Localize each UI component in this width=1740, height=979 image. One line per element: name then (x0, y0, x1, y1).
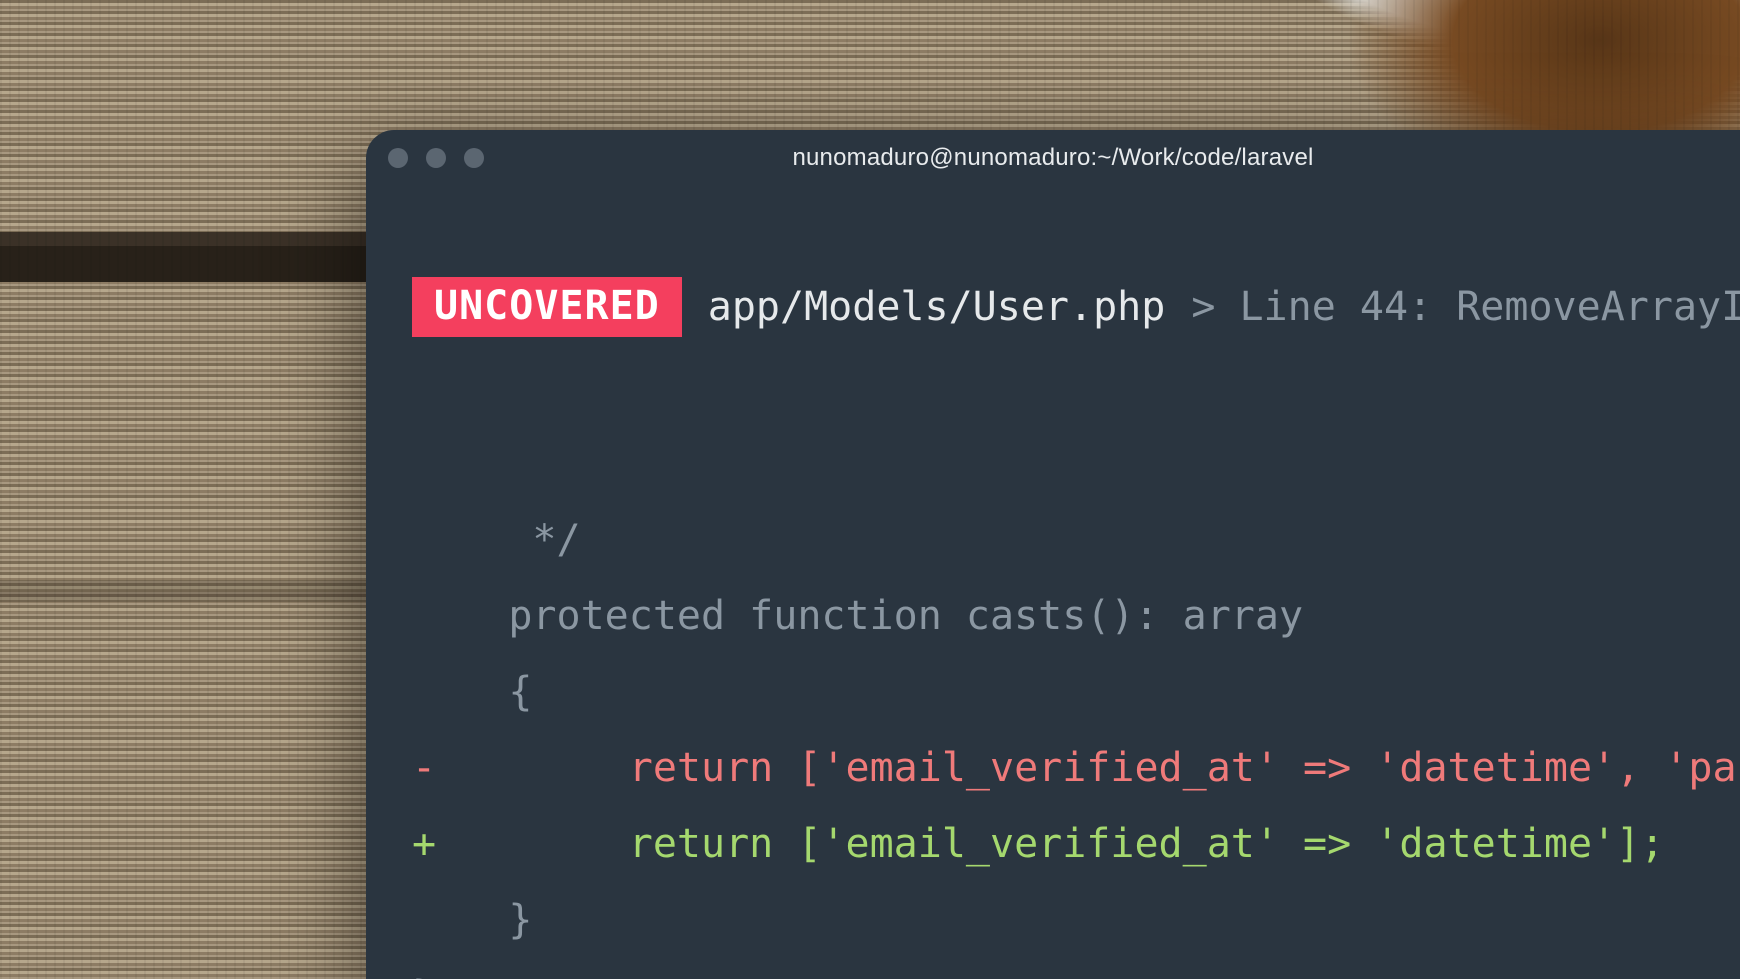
code-line: { (412, 669, 532, 715)
diff-added-line: + return ['email_verified_at' => 'dateti… (412, 821, 1664, 867)
line-info: > Line 44: RemoveArrayIt (1191, 284, 1740, 330)
code-line: } (412, 973, 436, 979)
traffic-lights (388, 148, 484, 168)
code-diff: */ protected function casts(): array { -… (366, 502, 1740, 979)
close-icon[interactable] (388, 148, 408, 168)
diff-plus-sign: + (412, 821, 436, 867)
coverage-header: UNCOVERED app/Models/User.php > Line 44:… (366, 277, 1740, 337)
zoom-icon[interactable] (464, 148, 484, 168)
diff-minus-sign: - (412, 745, 436, 791)
minimize-icon[interactable] (426, 148, 446, 168)
file-path: app/Models/User.php (708, 284, 1166, 330)
terminal-content[interactable]: UNCOVERED app/Models/User.php > Line 44:… (366, 186, 1740, 979)
uncovered-badge: UNCOVERED (412, 277, 682, 337)
code-line: protected function casts(): array (412, 593, 1303, 639)
titlebar[interactable]: nunomaduro@nunomaduro:~/Work/code/larave… (366, 130, 1740, 186)
code-line: } (412, 897, 532, 943)
code-line: */ (412, 517, 581, 563)
window-title: nunomaduro@nunomaduro:~/Work/code/larave… (366, 144, 1740, 172)
diff-removed-line: - return ['email_verified_at' => 'dateti… (412, 745, 1740, 791)
terminal-window: nunomaduro@nunomaduro:~/Work/code/larave… (366, 130, 1740, 979)
